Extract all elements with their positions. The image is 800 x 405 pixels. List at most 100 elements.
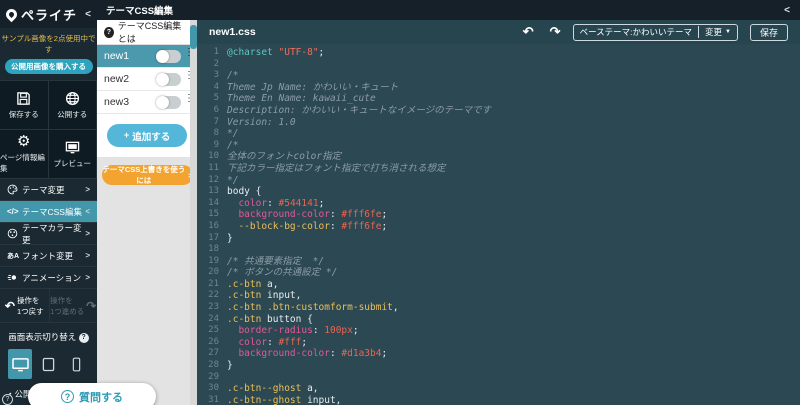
base-theme-label: ベーステーマ:かわいいテーマ	[574, 26, 698, 38]
sidebar-item-font-change[interactable]: あA フォント変更 >	[0, 245, 97, 267]
chevron-right-icon: >	[85, 273, 90, 282]
code-line: 31.c-btn--ghost input,	[197, 395, 800, 405]
code-line: 4Theme Jp Name: かわいい・キュート	[197, 82, 800, 94]
sidebar-item-animation[interactable]: アニメーション >	[0, 267, 97, 289]
globe-icon	[65, 91, 80, 106]
desktop-view-button[interactable]	[8, 349, 32, 379]
code-line: 18	[197, 244, 800, 256]
page-info-edit-button[interactable]: ⚙ ページ情報編集	[0, 130, 49, 179]
code-line: 16 --block-bg-color: #fff6fe;	[197, 221, 800, 233]
animation-icon	[7, 272, 22, 283]
question-icon: ?	[61, 390, 74, 403]
menu-label: アニメーション	[22, 272, 85, 284]
code-line: 10全体のフォントcolor指定	[197, 151, 800, 163]
logo-row: ペライチ <	[0, 0, 97, 28]
code-line: 30.c-btn--ghost a,	[197, 383, 800, 395]
css-item-new3[interactable]: new3 ⋮	[97, 91, 197, 114]
undo-icon[interactable]: ↶	[519, 24, 538, 40]
panel-scrollbar-thumb[interactable]	[190, 25, 197, 49]
css-toggle[interactable]	[156, 50, 181, 63]
code-line: 8*/	[197, 128, 800, 140]
editor-toolbar: new1.css ↶ ↷ ベーステーマ:かわいいテーマ 変更 ▼ 保存	[197, 20, 800, 44]
menu-label: テーマ変更	[22, 184, 85, 196]
panel-scrollbar[interactable]	[190, 20, 197, 405]
editor-collapse-icon[interactable]: <	[784, 5, 790, 16]
code-line: 1@charset "UTF-8";	[197, 47, 800, 59]
code-line: 19/* 共通要素指定 */	[197, 256, 800, 268]
base-theme-select[interactable]: ベーステーマ:かわいいテーマ 変更 ▼	[573, 24, 738, 41]
redo-icon: ↷	[86, 299, 96, 313]
code-line: 25 border-radius: 100px;	[197, 325, 800, 337]
code-line: 12*/	[197, 175, 800, 187]
sample-usage-notice: サンプル画像を2点使用中です	[0, 28, 97, 58]
sidebar-item-theme-css-edit[interactable]: </> テーマCSS編集 <	[0, 201, 97, 223]
code-line: 21.c-btn a,	[197, 279, 800, 291]
logo[interactable]: ペライチ	[21, 5, 85, 24]
change-theme-button[interactable]: 変更 ▼	[698, 26, 737, 38]
code-line: 2	[197, 59, 800, 71]
save-page-button[interactable]: 保存する	[0, 81, 49, 130]
ask-question-button[interactable]: ? 質問する	[28, 383, 156, 405]
save-css-button[interactable]: 保存	[750, 24, 788, 41]
caret-down-icon: ▼	[725, 29, 731, 35]
sidebar: ペライチ < サンプル画像を2点使用中です 公開用画像を購入する 保存する 公開…	[0, 0, 97, 405]
menu-label: テーマCSS編集	[22, 206, 85, 218]
display-switch-label: 画面表示切り替え ?	[0, 323, 97, 347]
peraichi-editor-app: ペライチ < サンプル画像を2点使用中です 公開用画像を購入する 保存する 公開…	[0, 0, 800, 405]
phone-view-button[interactable]	[65, 349, 89, 379]
code-line: 27 background-color: #d1a3b4;	[197, 348, 800, 360]
css-editor: < new1.css ↶ ↷ ベーステーマ:かわいいテーマ 変更 ▼ 保存 1@…	[197, 0, 800, 405]
code-line: 28}	[197, 360, 800, 372]
action-grid: 保存する 公開する ⚙ ページ情報編集 プレビュー	[0, 80, 97, 179]
code-icon: </>	[7, 207, 22, 216]
redo-button[interactable]: 操作を1つ進める ↷	[49, 289, 98, 322]
logo-pin-icon	[4, 6, 20, 22]
help-icon[interactable]: ?	[79, 333, 89, 343]
theme-css-panel: テーマCSS編集 ? テーマCSS編集とは new1 ⋮ new2 ⋮ new3…	[97, 0, 197, 405]
redo-icon[interactable]: ↷	[546, 24, 565, 40]
about-theme-css-link[interactable]: ? テーマCSS編集とは	[97, 20, 197, 45]
tablet-icon	[42, 357, 55, 372]
corner-help-icon[interactable]: ?	[2, 394, 13, 405]
code-line: 22.c-btn input,	[197, 290, 800, 302]
chevron-right-icon: >	[85, 229, 90, 238]
code-line: 6Description: かわいい・キュートなイメージのテーマです	[197, 105, 800, 117]
add-css-button[interactable]: + 追加する	[107, 124, 187, 147]
undo-icon: ↶	[5, 299, 15, 313]
publish-button[interactable]: 公開する	[49, 81, 98, 130]
monitor-icon	[65, 140, 80, 155]
redo-label: 操作を1つ進める	[50, 295, 84, 317]
css-toggle[interactable]	[156, 96, 181, 109]
sidebar-item-theme-color-change[interactable]: テーマカラー変更 >	[0, 223, 97, 245]
chevron-right-icon: >	[85, 185, 90, 194]
action-label: プレビュー	[54, 158, 92, 169]
code-line: 9/*	[197, 140, 800, 152]
tablet-view-button[interactable]	[36, 349, 60, 379]
sidebar-item-theme-change[interactable]: テーマ変更 >	[0, 179, 97, 201]
css-item-new1[interactable]: new1 ⋮	[97, 45, 197, 68]
code-line: 20/* ボタンの共通設定 */	[197, 267, 800, 279]
css-item-new2[interactable]: new2 ⋮	[97, 68, 197, 91]
css-toggle[interactable]	[156, 73, 181, 86]
question-icon: ?	[104, 27, 114, 38]
font-icon: あA	[7, 251, 22, 261]
preview-button[interactable]: プレビュー	[49, 130, 98, 179]
css-overwrite-help-button[interactable]: テーマCSS上書きを使うには >	[102, 165, 193, 185]
panel-title: テーマCSS編集	[97, 0, 197, 20]
color-palette-icon	[7, 228, 22, 239]
device-switcher	[0, 347, 97, 385]
chevron-right-icon: >	[85, 251, 90, 260]
code-line: 29	[197, 372, 800, 384]
code-line: 11下記カラー指定はフォント指定で打ち消される想定	[197, 163, 800, 175]
undo-redo-row: ↶ 操作を1つ戻す 操作を1つ進める ↷	[0, 289, 97, 323]
code-line: 7Version: 1.0	[197, 117, 800, 129]
undo-button[interactable]: ↶ 操作を1つ戻す	[0, 289, 49, 322]
filename: new1.css	[209, 26, 511, 38]
code-line: 13body {	[197, 186, 800, 198]
code-area[interactable]: 1@charset "UTF-8";23/*4Theme Jp Name: かわ…	[197, 44, 800, 405]
action-label: 公開する	[57, 109, 87, 120]
editor-top-strip: <	[197, 0, 800, 20]
sidebar-collapse-icon[interactable]: <	[85, 9, 91, 20]
floppy-icon	[16, 91, 31, 106]
buy-images-button[interactable]: 公開用画像を購入する	[5, 59, 93, 74]
